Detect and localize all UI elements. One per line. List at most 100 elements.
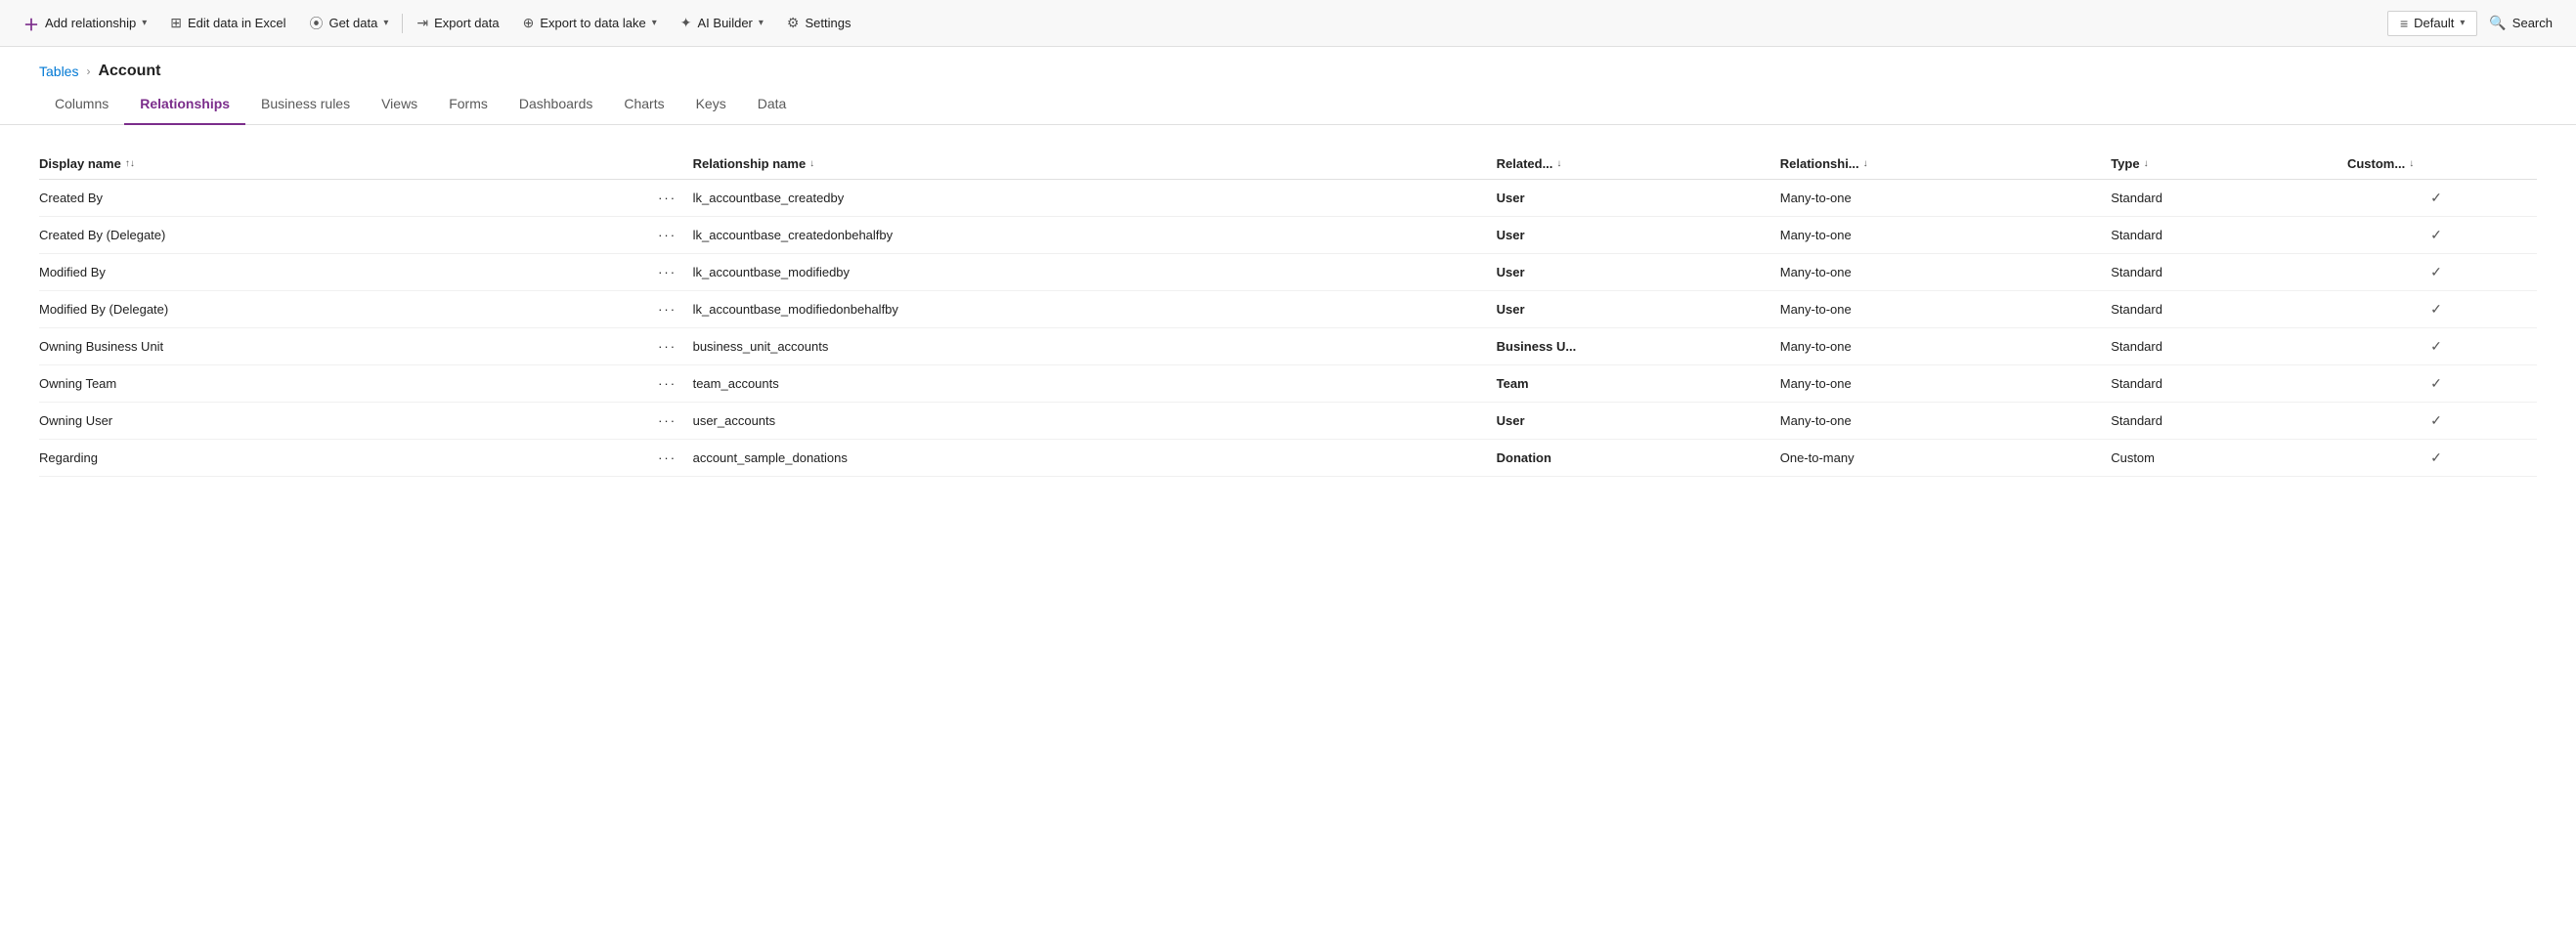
toolbar: ＋ Add relationship ▾ ⊞ Edit data in Exce… [0,0,2576,47]
cell-custom: ✓ [2347,440,2537,477]
table-row: Created By (Delegate)···lk_accountbase_c… [39,217,2537,254]
default-icon: ≡ [2400,16,2408,31]
add-relationship-label: Add relationship [45,16,136,30]
tab-data[interactable]: Data [742,88,803,125]
table-row: Owning User···user_accountsUserMany-to-o… [39,403,2537,440]
cell-relationship-name: team_accounts [693,365,1497,403]
cell-custom: ✓ [2347,365,2537,403]
cell-custom: ✓ [2347,180,2537,217]
cell-relationship-name: lk_accountbase_modifiedonbehalfby [693,291,1497,328]
default-button[interactable]: ≡ Default ▾ [2387,11,2477,36]
col-header-type[interactable]: Type ↓ [2111,149,2347,180]
col-relationship-name-label: Relationship name [693,156,807,171]
tab-columns[interactable]: Columns [39,88,124,125]
cell-type: Standard [2111,180,2347,217]
cell-custom: ✓ [2347,217,2537,254]
excel-icon: ⊞ [170,15,182,31]
col-related-label: Related... [1497,156,1553,171]
settings-label: Settings [805,16,851,30]
tab-business-rules[interactable]: Business rules [245,88,366,125]
tab-charts[interactable]: Charts [608,88,679,125]
export-lake-button[interactable]: ⊕ Export to data lake ▾ [511,0,669,46]
cell-row-menu[interactable]: ··· [654,291,693,328]
cell-custom: ✓ [2347,328,2537,365]
checkmark-icon: ✓ [2430,301,2442,317]
col-type-label: Type [2111,156,2139,171]
cell-type: Standard [2111,365,2347,403]
tab-dashboards[interactable]: Dashboards [503,88,609,125]
cell-row-menu[interactable]: ··· [654,180,693,217]
cell-related: User [1497,254,1780,291]
cell-type: Standard [2111,403,2347,440]
toolbar-divider-1 [402,14,403,33]
cell-row-menu[interactable]: ··· [654,328,693,365]
export-data-icon: ⇥ [416,15,428,31]
cell-display-name: Owning Business Unit [39,328,654,365]
search-button[interactable]: 🔍 Search [2477,11,2564,35]
table-body: Created By···lk_accountbase_createdbyUse… [39,180,2537,477]
tab-views[interactable]: Views [366,88,433,125]
cell-type: Custom [2111,440,2347,477]
cell-row-menu[interactable]: ··· [654,217,693,254]
cell-relationship-type: Many-to-one [1780,254,2111,291]
checkmark-icon: ✓ [2430,227,2442,242]
table-row: Created By···lk_accountbase_createdbyUse… [39,180,2537,217]
edit-excel-button[interactable]: ⊞ Edit data in Excel [158,0,297,46]
edit-excel-label: Edit data in Excel [188,16,285,30]
col-relationship-type-label: Relationshi... [1780,156,1859,171]
table-row: Owning Team···team_accountsTeamMany-to-o… [39,365,2537,403]
ai-builder-chevron: ▾ [759,18,764,28]
breadcrumb-tables-link[interactable]: Tables [39,64,78,79]
col-header-related[interactable]: Related... ↓ [1497,149,1780,180]
col-related-sort: ↓ [1556,158,1561,169]
cell-relationship-type: Many-to-one [1780,328,2111,365]
cell-related: Donation [1497,440,1780,477]
cell-row-menu[interactable]: ··· [654,254,693,291]
settings-icon: ⚙ [787,15,800,31]
cell-row-menu[interactable]: ··· [654,403,693,440]
table-row: Regarding···account_sample_donationsDona… [39,440,2537,477]
cell-custom: ✓ [2347,291,2537,328]
cell-relationship-name: lk_accountbase_createdby [693,180,1497,217]
ai-builder-button[interactable]: ✦ AI Builder ▾ [669,0,775,46]
relationships-table: Display name ↑↓ Relationship name ↓ Rela… [39,149,2537,477]
checkmark-icon: ✓ [2430,375,2442,391]
ai-builder-label: AI Builder [698,16,753,30]
cell-row-menu[interactable]: ··· [654,440,693,477]
settings-button[interactable]: ⚙ Settings [775,0,863,46]
export-lake-label: Export to data lake [540,16,645,30]
cell-related: Business U... [1497,328,1780,365]
cell-relationship-name: lk_accountbase_createdonbehalfby [693,217,1497,254]
cell-related: User [1497,180,1780,217]
checkmark-icon: ✓ [2430,338,2442,354]
cell-display-name: Modified By (Delegate) [39,291,654,328]
cell-related: User [1497,291,1780,328]
cell-display-name: Modified By [39,254,654,291]
add-relationship-chevron: ▾ [142,18,147,28]
cell-row-menu[interactable]: ··· [654,365,693,403]
checkmark-icon: ✓ [2430,412,2442,428]
tab-relationships[interactable]: Relationships [124,88,245,125]
cell-display-name: Owning User [39,403,654,440]
col-header-relationship-name[interactable]: Relationship name ↓ [693,149,1497,180]
tab-keys[interactable]: Keys [680,88,742,125]
get-data-button[interactable]: ⦿ Get data ▾ [297,0,400,46]
cell-relationship-name: lk_accountbase_modifiedby [693,254,1497,291]
cell-related: Team [1497,365,1780,403]
col-header-relationship-type[interactable]: Relationshi... ↓ [1780,149,2111,180]
tab-forms[interactable]: Forms [433,88,503,125]
breadcrumb-separator: › [86,64,90,78]
col-header-display-name[interactable]: Display name ↑↓ [39,149,654,180]
col-display-name-sort: ↑↓ [125,158,135,169]
table-row: Modified By (Delegate)···lk_accountbase_… [39,291,2537,328]
add-relationship-button[interactable]: ＋ Add relationship ▾ [12,0,158,46]
col-header-custom[interactable]: Custom... ↓ [2347,149,2537,180]
export-data-label: Export data [434,16,500,30]
export-data-button[interactable]: ⇥ Export data [405,0,510,46]
checkmark-icon: ✓ [2430,190,2442,205]
breadcrumb-current: Account [98,63,160,80]
col-header-menu [654,149,693,180]
add-icon: ＋ [23,12,39,35]
cell-relationship-type: Many-to-one [1780,365,2111,403]
get-data-label: Get data [328,16,377,30]
